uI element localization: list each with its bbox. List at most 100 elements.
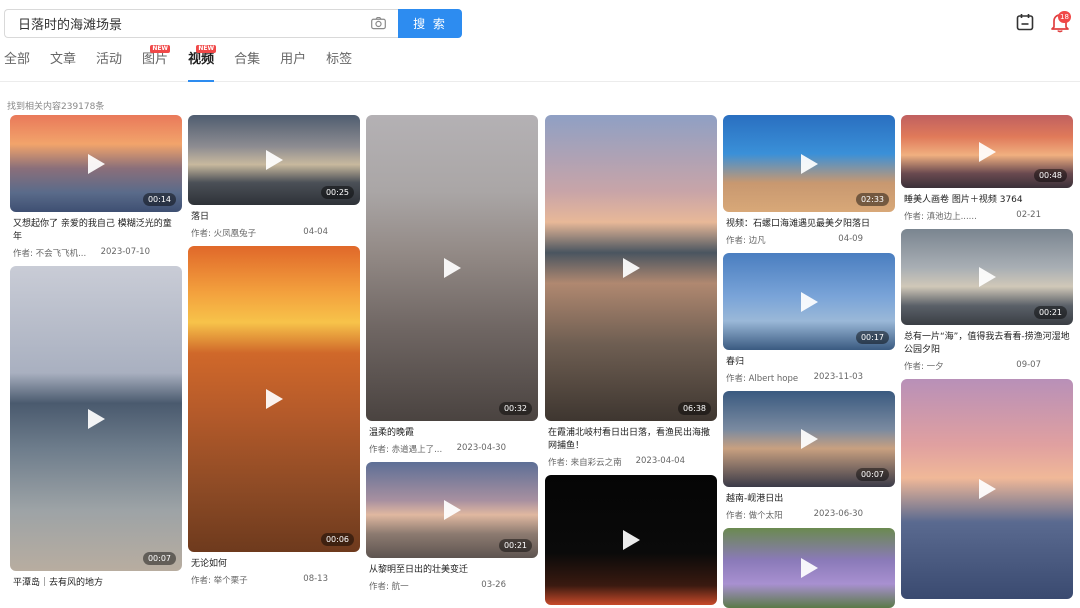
video-card[interactable]: 00:07 越南-岘港日出 作者: 做个太阳 2023-06-30 [723, 391, 895, 522]
tab-label: 全部 [4, 52, 31, 67]
tab-7[interactable]: 标签 [326, 50, 352, 82]
grid-column: 00:48 睡美人画卷 图片＋视频 3764 作者: 滇池边上...... 02-21… [901, 115, 1073, 599]
play-icon[interactable] [799, 557, 819, 579]
play-icon[interactable] [442, 257, 462, 279]
video-card[interactable] [901, 379, 1073, 599]
video-meta: 作者: 不会飞飞机... 2023-07-10 [13, 247, 180, 260]
video-title[interactable]: 越南-岘港日出 [726, 493, 893, 506]
video-author[interactable]: 作者: 边凡 [726, 234, 766, 247]
video-title[interactable]: 视频：石螺口海滩遇见最美夕阳落日 [726, 218, 893, 231]
play-icon[interactable] [264, 149, 284, 171]
video-card[interactable]: 00:48 睡美人画卷 图片＋视频 3764 作者: 滇池边上...... 02-21 [901, 115, 1073, 223]
video-author[interactable]: 作者: 来自彩云之南 [548, 456, 622, 469]
video-duration: 00:07 [142, 552, 176, 565]
tab-label: 图片 [142, 52, 169, 67]
camera-icon[interactable] [370, 15, 387, 32]
video-title[interactable]: 又想起你了 亲爱的我自己 模糊泛光的童年 [13, 218, 180, 244]
tab-2[interactable]: 活动 [96, 50, 122, 82]
video-date: 2023-06-30 [813, 509, 863, 519]
tab-0[interactable]: 全部 [4, 50, 30, 82]
video-card[interactable]: 00:07 平潭岛｜去有风的地方 [10, 266, 182, 590]
tab-5[interactable]: 合集 [234, 50, 260, 82]
search-input[interactable] [4, 9, 398, 38]
video-thumbnail[interactable] [545, 475, 717, 605]
video-author[interactable]: 作者: 火凤凰兔子 [191, 227, 256, 240]
video-duration: 00:06 [320, 533, 354, 546]
video-duration: 00:21 [498, 539, 532, 552]
video-card[interactable]: 00:14 又想起你了 亲爱的我自己 模糊泛光的童年作者: 不会飞飞机... 202… [10, 115, 182, 260]
video-author[interactable]: 作者: Albert hope [726, 372, 798, 385]
video-thumbnail[interactable]: 00:21 [366, 462, 538, 558]
video-meta: 作者: 火凤凰兔子 04-04 [191, 227, 358, 240]
video-duration: 00:14 [142, 193, 176, 206]
tab-label: 合集 [234, 52, 261, 67]
video-title[interactable]: 无论如何 [191, 558, 358, 571]
video-author[interactable]: 作者: 赤道遇上了... [369, 443, 442, 456]
play-icon[interactable] [799, 153, 819, 175]
video-meta: 作者: 滇池边上...... 02-21 [904, 210, 1071, 223]
tab-6[interactable]: 用户 [280, 50, 306, 82]
video-card[interactable]: 02:33 视频：石螺口海滩遇见最美夕阳落日 作者: 边凡 04-09 [723, 115, 895, 247]
video-thumbnail[interactable]: 00:06 [188, 246, 360, 552]
top-bar: 搜 索 18 全部文章活动图片NEW视频NEW合集用户标签 [0, 0, 1080, 82]
video-thumbnail[interactable]: 02:33 [723, 115, 895, 212]
video-author[interactable]: 作者: 滇池边上...... [904, 210, 977, 223]
video-card[interactable] [545, 475, 717, 605]
video-card[interactable]: 00:06 无论如何 作者: 举个栗子 08-13 [188, 246, 360, 587]
tab-label: 视频 [188, 52, 215, 67]
calendar-icon[interactable] [1015, 12, 1035, 32]
video-author[interactable]: 作者: 不会飞飞机... [13, 247, 86, 260]
play-icon[interactable] [86, 408, 106, 430]
video-thumbnail[interactable] [723, 528, 895, 608]
play-icon[interactable] [621, 529, 641, 551]
video-title[interactable]: 平潭岛｜去有风的地方 [13, 577, 180, 590]
video-date: 2023-04-30 [456, 443, 506, 453]
video-card[interactable]: 06:38 在霞浦北岐村看日出日落，看渔民出海撒网捕鱼！ 作者: 来自彩云之南 202… [545, 115, 717, 469]
video-thumbnail[interactable]: 00:17 [723, 253, 895, 350]
video-card[interactable] [723, 528, 895, 608]
tab-4[interactable]: 视频 NEW [188, 45, 217, 82]
video-meta: 作者: Albert hope 2023-11-03 [726, 372, 893, 385]
play-icon[interactable] [799, 291, 819, 313]
video-card[interactable]: 00:17 春归作者: Albert hope 2023-11-03 [723, 253, 895, 385]
video-card[interactable]: 00:21 总有一片“海”，值得我去看看-捞渔河湿地公园夕阳 作者: 一夕 09-07 [901, 229, 1073, 373]
play-icon[interactable] [621, 257, 641, 279]
tab-1[interactable]: 文章 [50, 50, 76, 82]
video-card[interactable]: 00:21 从黎明至日出的壮美变迁 作者: 航一 03-26 [366, 462, 538, 593]
play-icon[interactable] [977, 266, 997, 288]
video-thumbnail[interactable]: 00:07 [723, 391, 895, 487]
video-thumbnail[interactable]: 00:32 [366, 115, 538, 421]
video-title[interactable]: 从黎明至日出的壮美变迁 [369, 564, 536, 577]
video-author[interactable]: 作者: 一夕 [904, 360, 944, 373]
video-date: 03-26 [481, 580, 506, 590]
video-thumbnail[interactable]: 00:48 [901, 115, 1073, 188]
video-author[interactable]: 作者: 做个太阳 [726, 509, 783, 522]
play-icon[interactable] [442, 499, 462, 521]
video-thumbnail[interactable]: 00:21 [901, 229, 1073, 325]
search-button[interactable]: 搜 索 [398, 9, 462, 38]
search-bar: 搜 索 [4, 9, 462, 38]
video-author[interactable]: 作者: 举个栗子 [191, 574, 248, 587]
video-title[interactable]: 总有一片“海”，值得我去看看-捞渔河湿地公园夕阳 [904, 331, 1071, 357]
play-icon[interactable] [799, 428, 819, 450]
video-card[interactable]: 00:25 落日作者: 火凤凰兔子 04-04 [188, 115, 360, 240]
video-author[interactable]: 作者: 航一 [369, 580, 409, 593]
video-card[interactable]: 00:32 温柔的晚霞作者: 赤道遇上了... 2023-04-30 [366, 115, 538, 456]
video-title[interactable]: 在霞浦北岐村看日出日落，看渔民出海撒网捕鱼！ [548, 427, 715, 453]
video-thumbnail[interactable]: 00:25 [188, 115, 360, 205]
new-badge: NEW [150, 45, 171, 53]
play-icon[interactable] [86, 153, 106, 175]
play-icon[interactable] [977, 141, 997, 163]
video-title[interactable]: 春归 [726, 356, 893, 369]
video-title[interactable]: 温柔的晚霞 [369, 427, 536, 440]
tab-label: 用户 [280, 52, 307, 67]
play-icon[interactable] [264, 388, 284, 410]
video-title[interactable]: 落日 [191, 211, 358, 224]
video-thumbnail[interactable]: 06:38 [545, 115, 717, 421]
video-thumbnail[interactable] [901, 379, 1073, 599]
video-thumbnail[interactable]: 00:07 [10, 266, 182, 571]
video-title[interactable]: 睡美人画卷 图片＋视频 3764 [904, 194, 1071, 207]
tab-3[interactable]: 图片 NEW [142, 45, 171, 82]
play-icon[interactable] [977, 478, 997, 500]
video-thumbnail[interactable]: 00:14 [10, 115, 182, 212]
